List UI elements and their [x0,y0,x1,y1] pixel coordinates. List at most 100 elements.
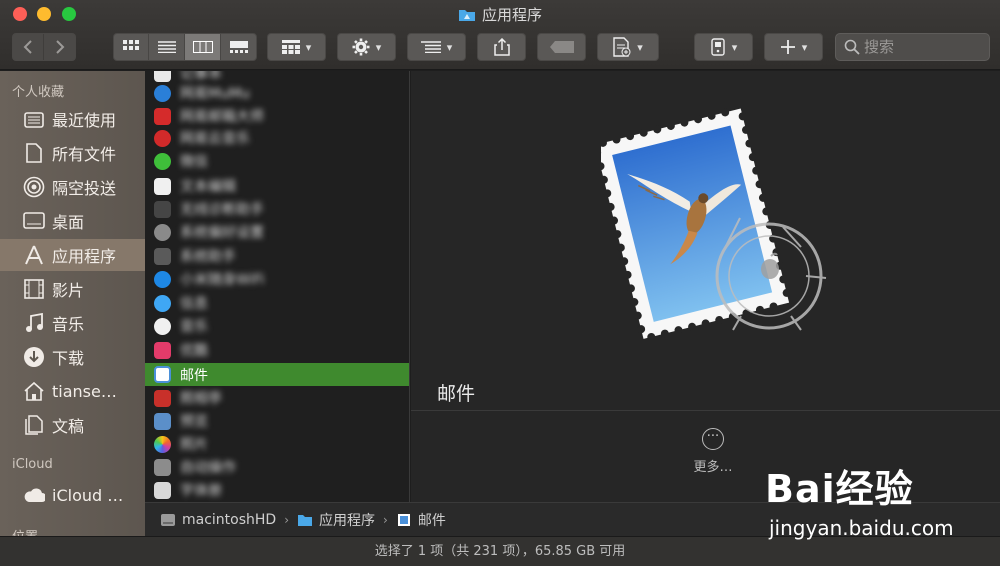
list-item[interactable]: 系统偏好设置 [145,221,409,243]
path-crumb-applications[interactable]: 应用程序 [297,510,375,530]
path-crumb-mail[interactable]: 邮件 [396,510,446,530]
columns-icon [192,41,213,53]
music-icon [23,312,45,334]
share-button[interactable] [477,33,526,61]
sidebar-item-label: 所有文件 [52,145,117,164]
home-icon [23,380,45,402]
sidebar-item-label: 影片 [52,281,85,300]
window-toolbar: 应用程序 ▾ ▾ ▾ ▾ ▾ ▾ 搜索 [0,0,1000,70]
list-item[interactable]: 信息 [145,292,409,314]
back-button[interactable] [13,34,45,60]
sidebar-item-movies[interactable]: 影片 [0,273,145,305]
list-item[interactable]: 自动操作 [145,456,409,478]
tags-button[interactable] [537,33,586,61]
new-document-button[interactable]: ▾ [597,33,659,61]
app-name: 小米随身WiFi [180,272,265,288]
wireless-diagnostics-icon [154,200,171,218]
list-item[interactable]: 预览 [145,410,409,432]
mail-master-icon [154,107,171,125]
list-item[interactable]: 照片 [145,433,409,455]
airdrop-icon [23,176,45,198]
plus-icon [780,40,795,54]
action-menu-button[interactable]: ▾ [337,33,396,61]
chevron-down-icon: ▾ [731,40,738,54]
sidebar-item-downloads[interactable]: 下载 [0,341,145,373]
sidebar-item-documents[interactable]: 文稿 [0,409,145,441]
divider [411,410,1000,411]
list-item[interactable]: 小米随身WiFi [145,268,409,290]
cloud-music-icon [154,129,171,147]
list-item[interactable]: 优酷 [145,339,409,361]
list-item[interactable]: 文本编辑 [145,175,409,197]
tag-icon [549,41,574,53]
mail-app-icon [154,366,171,383]
sidebar-item-applications[interactable]: 应用程序 [0,239,145,271]
watermark-brand: Bai经验 [765,467,914,511]
automator-icon [154,458,171,476]
list-item[interactable]: 音乐 [145,315,409,337]
applications-column[interactable]: 记事本 网易MuMu 网易邮箱大师 网易云音乐 微信 文本编辑 无线诊断助手 系… [145,71,410,502]
system-preferences-icon [154,223,171,241]
preview-pane: 邮件 ··· 更多… [411,71,1000,502]
cloud-icon [23,484,45,506]
sidebar-item-label: 音乐 [52,315,85,334]
photos-icon [154,435,171,453]
list-item[interactable]: 系统助手 [145,245,409,267]
sidebar-item-label: 隔空投送 [52,179,117,198]
watermark-site: jingyan.baidu.com [769,516,954,540]
icloud-header: iCloud [12,457,53,472]
app-name: 音乐 [180,319,208,335]
path-crumb-disk[interactable]: macintoshHD [160,512,276,528]
list-item[interactable]: 网易邮箱大师 [145,105,409,127]
forward-button[interactable] [44,34,75,60]
search-icon [844,39,860,55]
list-view-button[interactable] [149,34,185,60]
messages-icon [154,294,171,312]
app-name: 信息 [180,296,208,312]
column-view-button[interactable] [185,34,221,60]
app-name: 自动操作 [180,460,236,476]
document-icon [23,142,45,164]
app-name: 预览 [180,414,208,430]
list-item[interactable]: 网易云音乐 [145,127,409,149]
recents-icon [23,108,45,130]
list-item[interactable]: 无线诊断助手 [145,198,409,220]
sidebar-item-music[interactable]: 音乐 [0,307,145,339]
list-item[interactable]: 字体册 [145,479,409,501]
search-input[interactable] [864,37,984,57]
new-document-icon [613,37,631,57]
sidebar-item-all-files[interactable]: 所有文件 [0,137,145,169]
list-item[interactable]: 网易MuMu [145,82,409,104]
list-icon [157,41,176,53]
device-button[interactable]: ▾ [694,33,753,61]
system-assistant-icon [154,247,171,265]
favorites-header: 个人收藏 [12,85,65,100]
font-book-icon [154,481,171,499]
chevron-down-icon: ▾ [305,40,312,54]
list-item-selected[interactable]: 邮件 [145,363,409,386]
list-item[interactable]: 照相亭 [145,387,409,409]
downloads-icon [23,346,45,368]
search-field[interactable] [835,33,990,61]
sidebar-item-icloud-drive[interactable]: iCloud … [0,479,145,511]
sidebar-item-recents[interactable]: 最近使用 [0,103,145,135]
arrange-button[interactable]: ▾ [407,33,466,61]
sidebar-item-desktop[interactable]: 桌面 [0,205,145,237]
more-button[interactable]: ··· 更多… [683,428,743,475]
sidebar-item-home[interactable]: tianse… [0,375,145,407]
gallery-view-button[interactable] [221,34,257,60]
movies-icon [23,278,45,300]
icon-view-button[interactable] [113,34,149,60]
app-name: 网易云音乐 [180,131,250,147]
wechat-icon [154,152,171,170]
applications-icon [23,244,45,266]
preview-icon [154,412,171,430]
app-name: 系统助手 [180,249,236,265]
phone-icon [711,38,725,56]
sidebar-item-airdrop[interactable]: 隔空投送 [0,171,145,203]
list-item[interactable]: 微信 [145,150,409,172]
add-button[interactable]: ▾ [764,33,823,61]
more-label: 更多… [693,460,733,475]
app-name: 邮件 [180,367,208,384]
group-by-button[interactable]: ▾ [267,33,326,61]
